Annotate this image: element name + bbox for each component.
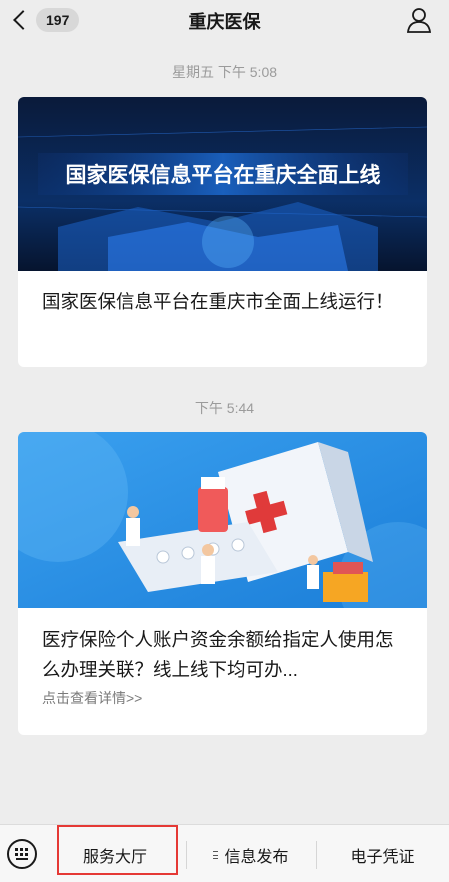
menu-service-hall[interactable]: 服务大厅 [44,835,186,875]
article-card[interactable]: 国家医保信息平台在重庆全面上线 国家医保信息平台在重庆市全面上线运行！ [18,97,427,367]
menu-info-release[interactable]: 信息发布 [186,835,316,875]
article-banner-image [18,432,427,608]
banner-headline-text: 国家医保信息平台在重庆全面上线 [66,163,381,187]
menu-label: 服务大厅 [82,849,147,866]
page-title: 重庆医保 [188,12,261,32]
menu-lines-icon [213,851,219,859]
menu-label: 电子凭证 [350,849,415,866]
profile-button[interactable] [405,6,433,34]
keyboard-toggle-button[interactable] [7,839,37,869]
article-title: 国家医保信息平台在重庆市全面上线运行！ [42,291,394,312]
menu-e-certificate[interactable]: 电子凭证 [316,835,449,875]
article-title: 医疗保险个人账户资金余额给指定人使用怎么办理关联？线上线下均可办... [42,629,394,680]
view-details-link[interactable]: 点击查看详情>> [42,688,142,708]
menu-label: 信息发布 [224,849,289,866]
top-navigation-bar: 197 重庆医保 [0,0,449,42]
article-banner-image: 国家医保信息平台在重庆全面上线 [18,97,427,271]
keyboard-icon [15,848,28,860]
message-timestamp: 下午 5:44 [194,400,255,416]
article-card[interactable]: 医疗保险个人账户资金余额给指定人使用怎么办理关联？线上线下均可办... 点击查看… [18,432,427,735]
profile-icon [406,8,432,33]
bottom-menu-bar: 服务大厅 信息发布 电子凭证 [0,824,449,882]
message-timestamp: 星期五 下午 5:08 [171,64,278,80]
